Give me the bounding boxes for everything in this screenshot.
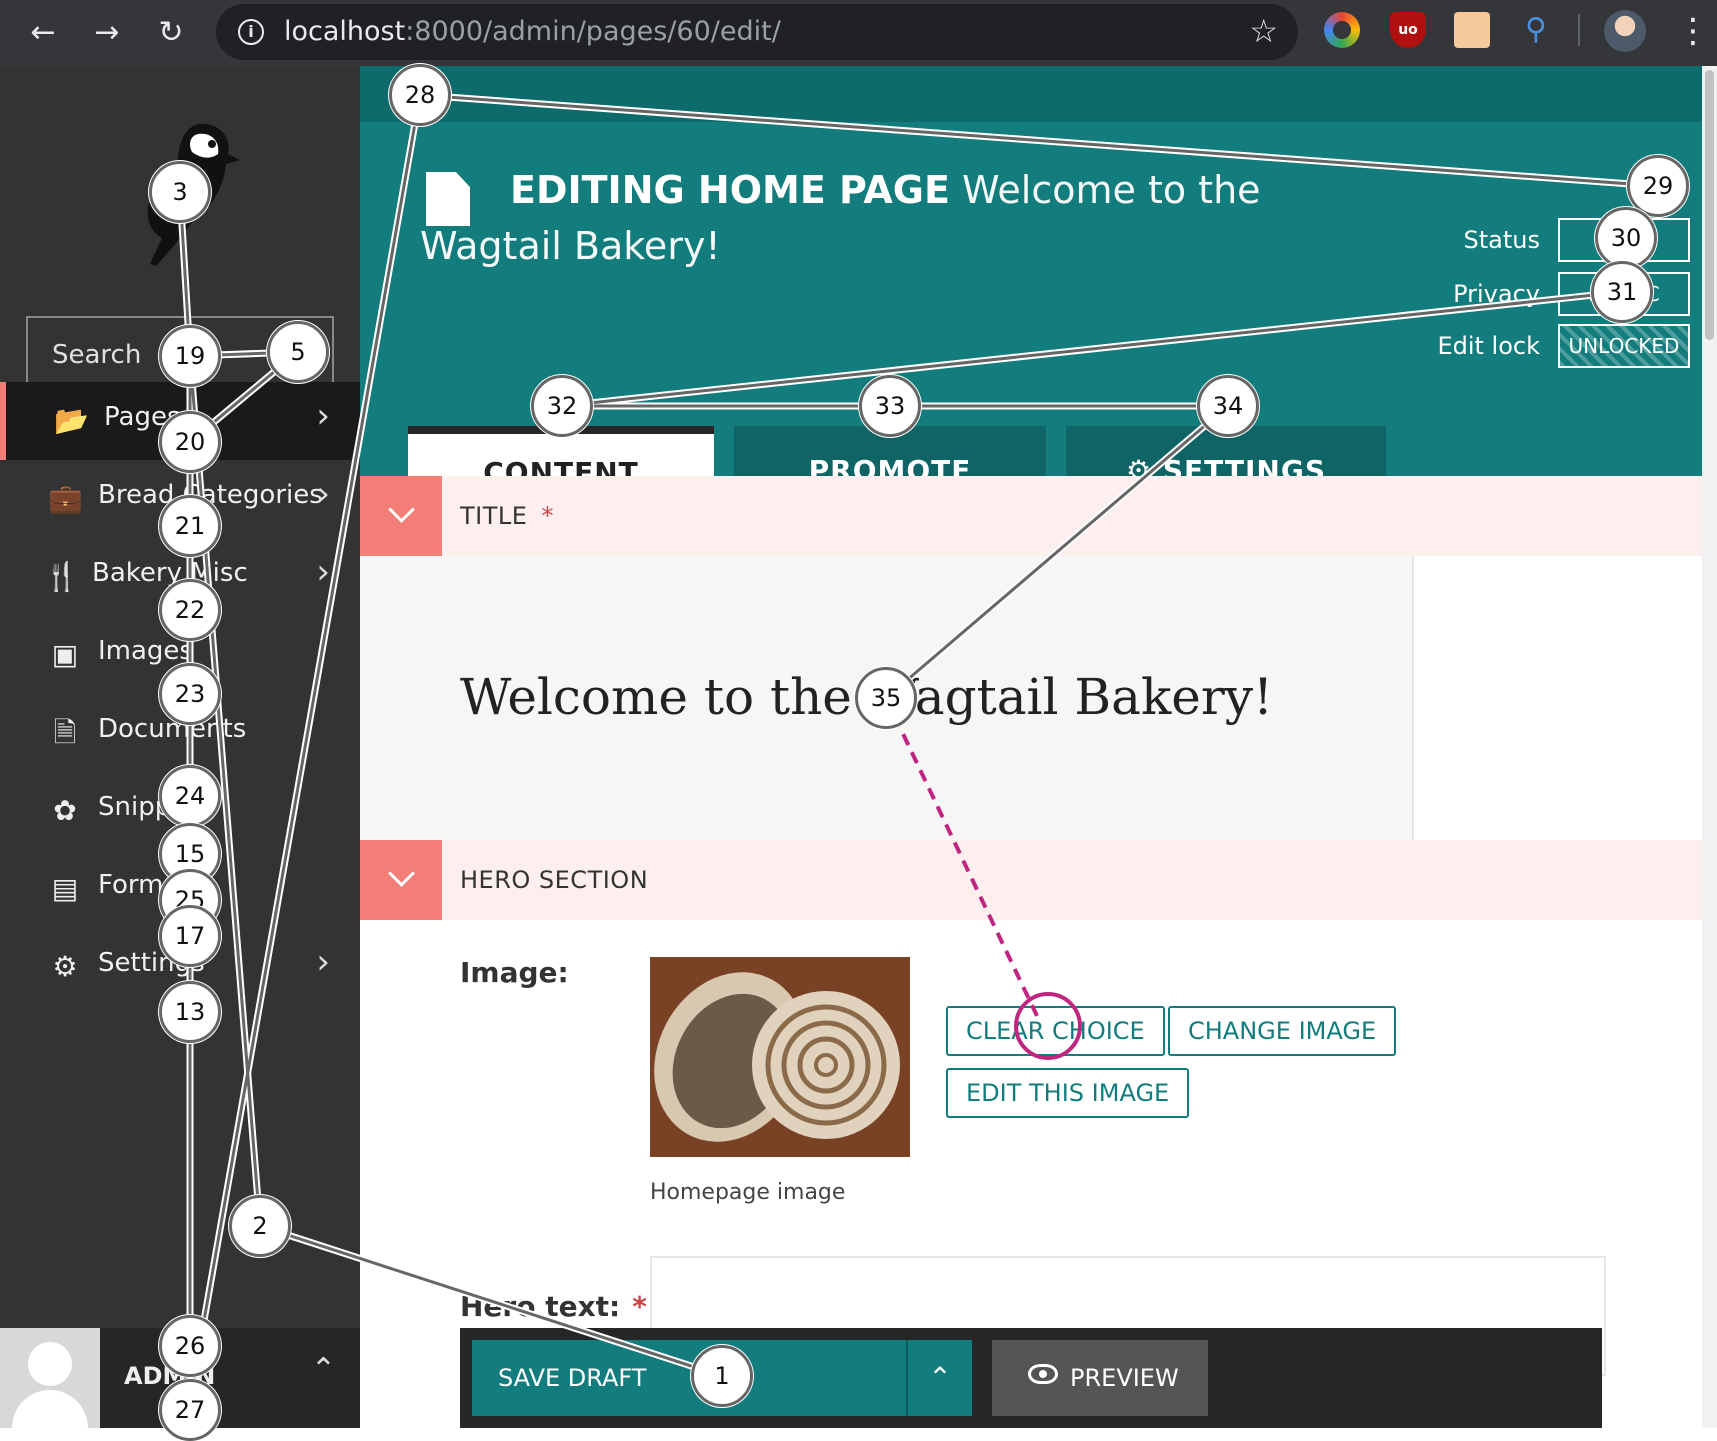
search-extension-icon[interactable]: ⚲ [1518,12,1554,48]
top-bar [360,66,1702,122]
form-icon: ▤ [51,872,79,905]
hero-panel-header: HERO SECTION [360,840,1702,920]
status-label: Status [1463,226,1540,254]
chevron-up-icon[interactable]: ⌃ [311,1352,336,1387]
account-name: ADMIN [124,1362,216,1390]
extension-face-icon[interactable] [1454,12,1490,48]
sidebar-item-documents[interactable]: 🗎 Documents [0,694,360,772]
title-value[interactable]: Welcome to the Wagtail Bakery! [460,668,1273,726]
chevron-right-icon: › [316,396,330,436]
page-title: EDITING HOME PAGE Welcome to the Wagtail… [420,168,1261,268]
main-content: EDITING HOME PAGE Welcome to the Wagtail… [360,66,1702,1428]
collapse-toggle-icon[interactable] [360,840,442,920]
image-caption: Homepage image [650,1180,846,1205]
edit-image-button[interactable]: EDIT THIS IMAGE [946,1068,1190,1118]
edit-lock-row: Edit lock UNLOCKED [1290,324,1690,368]
sidebar-item-label: Bakery Misc [92,558,248,588]
sidebar-item-label: Images [98,636,193,666]
sidebar-search-input[interactable]: Search [26,316,334,392]
toolbar-divider [1578,14,1580,46]
address-url[interactable]: localhost:8000/admin/pages/60/edit/ [284,16,781,47]
title-panel-header: TITLE * [360,476,1702,556]
forward-icon[interactable]: → [82,8,132,58]
color-picker-icon[interactable] [1324,12,1360,48]
browser-menu-icon[interactable]: ⋮ [1676,6,1710,56]
page-header: EDITING HOME PAGE Welcome to the Wagtail… [360,122,1702,514]
sidebar-item-forms[interactable]: ▤ Forms [0,850,360,928]
sidebar-item-bakery-misc[interactable]: 🍴 Bakery Misc › [0,538,360,616]
browser-toolbar: ← → ↻ i localhost:8000/admin/pages/60/ed… [0,0,1717,66]
eye-icon [1028,1364,1058,1384]
save-draft-label: SAVE DRAFT [498,1364,647,1392]
sidebar-item-settings[interactable]: ⚙ Settings › [0,928,360,1006]
hero-panel-label: HERO SECTION [460,866,649,894]
back-icon[interactable]: ← [18,8,68,58]
preview-button[interactable]: PREVIEW [992,1340,1208,1416]
change-image-button[interactable]: CHANGE IMAGE [1168,1006,1397,1056]
sidebar-item-label: Snippets [98,792,211,822]
sidebar-item-pages[interactable]: 📂 Pages › [0,382,360,460]
chevron-right-icon: › [316,942,330,982]
privacy-label: Privacy [1453,280,1540,308]
title-input[interactable]: Welcome to the Wagtail Bakery! [360,556,1414,840]
address-bar[interactable]: i localhost:8000/admin/pages/60/edit/ ☆ [216,4,1298,60]
sidebar-item-label: Settings [98,948,205,978]
document-icon: 🗎 [53,716,77,749]
bookmark-star-icon[interactable]: ☆ [1249,12,1278,50]
utensils-icon: 🍴 [44,560,79,593]
preview-label: PREVIEW [1070,1364,1179,1392]
suitcase-icon: 💼 [48,482,83,515]
privacy-button[interactable]: PUBLIC [1558,272,1690,316]
status-row: Status LIVE [1290,218,1690,262]
edit-lock-button[interactable]: UNLOCKED [1558,324,1690,368]
site-info-icon[interactable]: i [238,19,264,45]
page-scrollbar[interactable] [1702,66,1717,1428]
sidebar-item-label: Documents [98,714,247,744]
folder-open-icon: 📂 [54,404,89,437]
sidebar-item-images[interactable]: ▣ Images [0,616,360,694]
image-field-label: Image: [460,956,569,989]
save-draft-button[interactable]: SAVE DRAFT ⌃ [472,1340,972,1416]
sidebar-item-label: Forms [98,870,178,900]
cogs-icon: ⚙ [52,950,78,983]
title-panel-label: TITLE * [460,502,554,530]
account-menu[interactable]: ADMIN ⌃ [0,1328,360,1428]
action-footer: SAVE DRAFT ⌃ PREVIEW [460,1328,1602,1428]
chevron-right-icon: › [316,552,330,592]
admin-sidebar: Search 📂 Pages › 💼 Bread Categories › 🍴 … [0,66,360,1428]
clear-choice-button[interactable]: CLEAR CHOICE [946,1006,1165,1056]
profile-avatar[interactable] [1604,10,1646,52]
sidebar-item-label: Pages [104,402,181,432]
chevron-right-icon: › [316,474,330,514]
image-icon: ▣ [51,638,79,671]
privacy-row: Privacy PUBLIC [1290,272,1690,316]
sidebar-item-label: Bread Categories [98,480,323,510]
collapse-toggle-icon[interactable] [360,476,442,556]
homepage-image-thumbnail [650,957,910,1157]
sidebar-item-snippets[interactable]: ✿ Snippets [0,772,360,850]
ublock-icon[interactable]: uo [1390,12,1426,48]
reload-icon[interactable]: ↻ [146,8,196,58]
wagtail-logo[interactable] [120,116,240,266]
status-badge[interactable]: LIVE [1558,218,1690,262]
snippet-icon: ✿ [53,794,77,827]
edit-lock-label: Edit lock [1437,332,1540,360]
avatar [0,1328,100,1428]
chevron-up-icon[interactable]: ⌃ [906,1340,972,1416]
sidebar-item-bread-categories[interactable]: 💼 Bread Categories › [0,460,360,538]
hero-text-label: Hero text: * [460,1290,647,1323]
